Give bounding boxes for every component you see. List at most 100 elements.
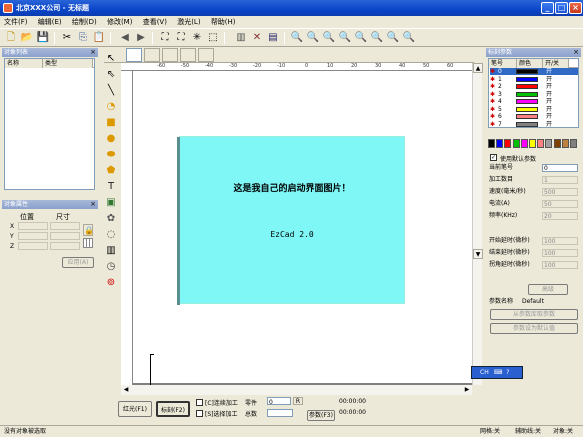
input-port-icon[interactable]: ⊚ (104, 276, 118, 290)
anchor-grid-icon[interactable] (83, 238, 93, 248)
new-file-icon[interactable]: 🗋 (4, 31, 18, 45)
pen-row[interactable]: ✱ 3 开 (490, 91, 578, 98)
palette-swatch[interactable] (561, 139, 569, 148)
zoom-in-icon[interactable]: 🔍 (306, 31, 320, 45)
scroll-up-icon[interactable]: ▲ (473, 63, 483, 73)
pen-color-swatch[interactable] (516, 76, 538, 82)
palette-swatch[interactable] (553, 139, 561, 148)
pen-state[interactable]: 开 (546, 98, 552, 105)
mark-button[interactable]: 标刻(F2) (156, 401, 190, 417)
menu-view[interactable]: 查看(V) (139, 16, 171, 28)
group-icon[interactable]: ⛶ (158, 31, 172, 45)
paste-icon[interactable]: 📋 (92, 31, 106, 45)
clock-icon[interactable]: ◷ (104, 260, 118, 274)
curve-icon[interactable]: ◔ (104, 100, 118, 114)
palette-swatch[interactable] (520, 139, 528, 148)
palette-swatch[interactable] (496, 139, 504, 148)
object-list-box[interactable]: 名称 类型 (4, 58, 95, 190)
menu-edit[interactable]: 编辑(E) (34, 16, 66, 28)
open-folder-icon[interactable]: 📂 (20, 31, 34, 45)
pen-state[interactable]: 开 (546, 76, 552, 83)
off-delay-input[interactable]: 100 (542, 249, 578, 257)
ime-language-bar[interactable]: CH ⌨ ? (471, 366, 523, 379)
text-icon[interactable]: T (104, 180, 118, 194)
property-field[interactable] (180, 48, 196, 62)
advanced-button[interactable]: 高级 (528, 284, 568, 295)
pen-state[interactable]: 开 (546, 91, 552, 98)
pen-color-swatch[interactable] (516, 91, 538, 97)
property-field[interactable] (198, 48, 214, 62)
z-size-input[interactable] (50, 242, 80, 250)
pen-color-swatch[interactable] (516, 69, 538, 74)
frequency-input[interactable]: 20 (542, 212, 578, 220)
current-pen-input[interactable]: 0 (542, 164, 578, 172)
pen-state[interactable]: 开 (546, 106, 552, 113)
pen-state[interactable]: 开 (546, 68, 552, 75)
use-default-checkbox[interactable]: ✓ (490, 154, 497, 161)
menu-file[interactable]: 文件(F) (0, 16, 32, 28)
reset-part-icon[interactable]: R (293, 397, 303, 405)
selected-checkbox[interactable] (196, 410, 203, 417)
tools-icon[interactable]: ✕ (250, 31, 264, 45)
image-icon[interactable]: ▣ (104, 196, 118, 210)
x-size-input[interactable] (50, 222, 80, 230)
pen-row[interactable]: ✱ 0 开 (490, 68, 578, 75)
minimize-button[interactable]: _ (541, 2, 554, 14)
pen-row[interactable]: ✱ 6 开 (490, 113, 578, 120)
continuous-checkbox[interactable] (196, 399, 203, 406)
pen-state[interactable]: 开 (546, 113, 552, 120)
time-icon[interactable]: ◌ (104, 228, 118, 242)
col-name[interactable]: 名称 (5, 59, 43, 68)
part-count-input[interactable]: 0 (267, 397, 291, 406)
col-color[interactable]: 颜色 (517, 59, 543, 68)
property-field[interactable] (162, 48, 178, 62)
select-icon[interactable]: ⬚ (206, 31, 220, 45)
ellipse-icon[interactable]: ⬬ (104, 148, 118, 162)
lock-icon[interactable]: 🔒 (83, 224, 94, 236)
pen-state[interactable]: 开 (546, 121, 552, 128)
undo-icon[interactable]: ◀ (118, 31, 132, 45)
pen-color-swatch[interactable] (516, 106, 538, 112)
menu-laser[interactable]: 激光(L) (173, 16, 204, 28)
pen-row[interactable]: ✱ 4 开 (490, 98, 578, 105)
scroll-left-icon[interactable]: ◀ (121, 385, 131, 395)
from-library-button[interactable]: 从参数库取参数 (490, 309, 578, 320)
rectangle-icon[interactable]: ■ (104, 116, 118, 130)
zoom-previous-icon[interactable]: 🔍 (402, 31, 416, 45)
zoom-out-icon[interactable]: 🔍 (322, 31, 336, 45)
palette-swatch[interactable] (529, 139, 536, 148)
palette-swatch[interactable] (512, 139, 520, 148)
pen-color-swatch[interactable] (516, 84, 538, 89)
line-icon[interactable]: ╲ (104, 84, 118, 98)
circle-icon[interactable]: ● (104, 132, 118, 146)
pen-row[interactable]: ✱ 7 开 (490, 121, 578, 128)
current-input[interactable]: 50 (542, 200, 578, 208)
redo-icon[interactable]: ▶ (134, 31, 148, 45)
maximize-button[interactable]: □ (555, 2, 568, 14)
close-button[interactable]: × (569, 2, 582, 14)
pen-state[interactable]: 开 (546, 83, 552, 90)
close-icon[interactable]: × (90, 48, 96, 57)
palette-swatch[interactable] (488, 139, 495, 148)
menu-help[interactable]: 帮助(H) (207, 16, 240, 28)
apply-button[interactable]: 应用(A) (62, 257, 94, 268)
pen-row[interactable]: ✱ 1 开 (490, 76, 578, 83)
ungroup-icon[interactable]: ⛶ (174, 31, 188, 45)
vector-file-icon[interactable]: ✿ (104, 212, 118, 226)
horizontal-scrollbar[interactable]: ◀ ▶ (121, 385, 472, 395)
palette-swatch[interactable] (570, 139, 577, 148)
col-pen[interactable]: 笔号 (489, 59, 517, 68)
count-input[interactable]: 1 (542, 176, 578, 184)
zoom-page-icon[interactable]: 🔍 (354, 31, 368, 45)
select-arrow-icon[interactable]: ↖ (104, 52, 118, 66)
copy-icon[interactable]: ⎘ (76, 31, 90, 45)
on-delay-input[interactable]: 100 (542, 237, 578, 245)
cut-icon[interactable]: ✂ (60, 31, 74, 45)
corner-delay-input[interactable]: 100 (542, 261, 578, 269)
pen-color-swatch[interactable] (516, 121, 538, 127)
calculator-icon[interactable]: ▤ (266, 31, 280, 45)
pen-row[interactable]: ✱ 5 开 (490, 106, 578, 113)
y-size-input[interactable] (50, 232, 80, 240)
palette-swatch[interactable] (545, 139, 553, 148)
barcode-icon[interactable]: ▥ (104, 244, 118, 258)
